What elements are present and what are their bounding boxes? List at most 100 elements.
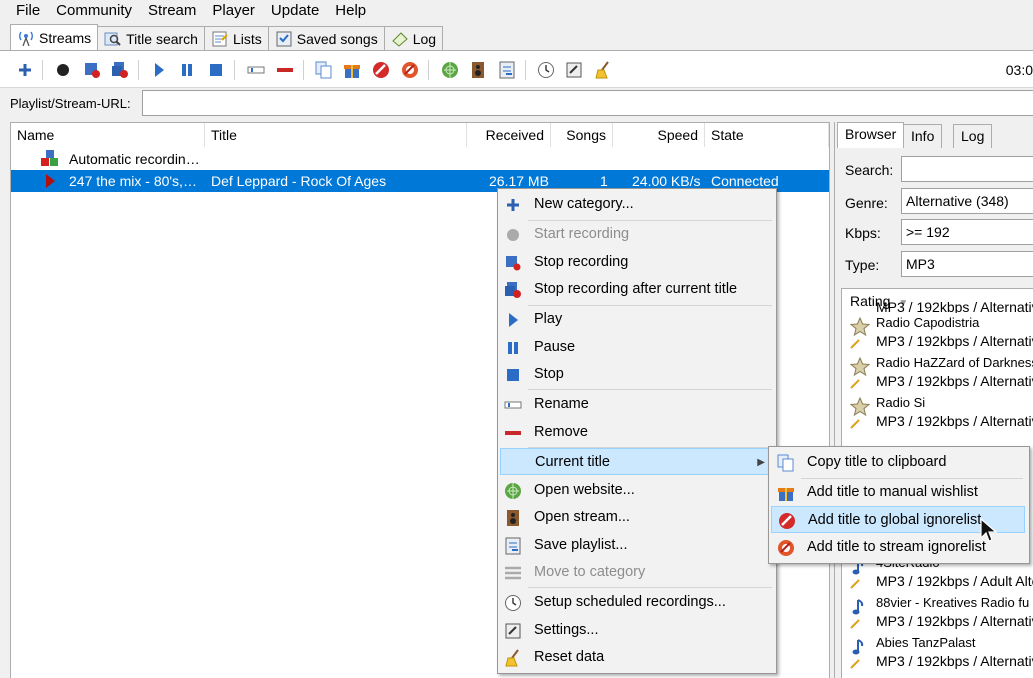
settings-button[interactable] [565,61,583,79]
stream-ignore-button[interactable] [401,61,419,79]
url-label: Playlist/Stream-URL: [10,96,131,111]
menu-stream[interactable]: Stream [140,0,204,22]
column-header-received[interactable]: Received [467,123,551,147]
menu-item-label: Move to category [534,564,646,580]
tab-title-search[interactable]: Title search [97,26,205,50]
menu-item-open-website[interactable]: Open website... [500,477,774,504]
menu-update[interactable]: Update [263,0,327,22]
menu-item-label: New category... [534,196,634,212]
clock-icon [505,595,521,611]
stop-recording-button[interactable] [83,61,101,79]
main-tabs: Streams Title search Lists Saved songs L… [10,24,444,50]
menubar: File Community Stream Player Update Help [8,0,374,22]
type-select[interactable]: MP3 [901,251,1033,277]
star-icon [850,357,870,377]
list-item[interactable]: MP3 / 192kbps / Alternativ [842,293,1033,313]
speaker-icon [507,510,519,526]
column-header-speed[interactable]: Speed [613,123,705,147]
globe-icon [505,483,521,499]
tab-browser[interactable]: Browser [837,122,905,148]
list-item[interactable]: Radio Si MP3 / 192kbps / Alternativ [842,393,1033,433]
remove-button[interactable] [276,61,294,79]
menu-item-label: Setup scheduled recordings... [534,594,726,610]
menu-item-copy-title[interactable]: Copy title to clipboard [771,449,1025,476]
column-header-name[interactable]: Name [11,123,205,147]
menu-item-reset-data[interactable]: Reset data [500,644,774,671]
no-entry-stream-icon [778,540,794,556]
category-icon [505,566,521,580]
globe-icon [442,62,458,78]
kbps-select[interactable]: >= 192 [901,219,1033,245]
menu-item-scheduled-recordings[interactable]: Setup scheduled recordings... [500,589,774,616]
list-item[interactable]: Radio Capodistria MP3 / 192kbps / Altern… [842,313,1033,353]
add-button[interactable] [16,61,34,79]
stream-url-input[interactable] [142,90,1033,116]
genre-select[interactable]: Alternative (348) [901,188,1033,214]
tab-lists[interactable]: Lists [203,26,269,50]
menu-item-label: Pause [534,339,576,355]
station-info: MP3 / 192kbps / Alternativ [876,373,1033,389]
menu-item-stop-recording[interactable]: Stop recording [500,249,774,276]
station-name: Radio Capodistria [876,315,980,330]
toolbar-separator [525,60,526,80]
menu-item-remove[interactable]: Remove [500,419,774,446]
menu-item-stop[interactable]: Stop [500,361,774,388]
list-item[interactable]: Abies TanzPalast MP3 / 192kbps / Alterna… [842,633,1033,673]
play-icon [155,63,164,77]
menu-item-rename[interactable]: Rename [500,391,774,418]
menu-item-pause[interactable]: Pause [500,334,774,361]
saved-icon [276,31,292,46]
star-icon [850,397,870,417]
menu-item-add-wishlist[interactable]: Add title to manual wishlist [771,479,1025,506]
menu-item-open-stream[interactable]: Open stream... [500,504,774,531]
wishlist-button[interactable] [343,61,361,79]
menu-file[interactable]: File [8,0,48,22]
menu-player[interactable]: Player [204,0,263,22]
global-ignore-button[interactable] [372,61,390,79]
list-item[interactable]: 88vier - Kreatives Radio fu MP3 / 192kbp… [842,593,1033,633]
open-website-button[interactable] [441,61,459,79]
settings-icon [566,62,582,78]
menu-item-play[interactable]: Play [500,306,774,333]
column-header-state[interactable]: State [705,123,829,147]
tab-log[interactable]: Log [383,26,444,50]
stop-button[interactable] [207,61,225,79]
pencil-icon [850,579,860,589]
tab-log-panel[interactable]: Log [953,124,993,148]
copy-button[interactable] [315,61,333,79]
music-note-icon [852,599,864,615]
search-label: Search: [845,162,894,178]
menu-help[interactable]: Help [327,0,374,22]
play-button[interactable] [150,61,168,79]
pause-button[interactable] [178,61,196,79]
table-row[interactable]: Automatic recordin… [11,148,829,170]
column-header-title[interactable]: Title [205,123,467,147]
menu-item-move-to-category: Move to category [500,559,774,586]
menu-item-save-playlist[interactable]: Save playlist... [500,532,774,559]
search-input[interactable] [901,156,1033,182]
context-menu: New category... Start recording Stop rec… [497,188,777,674]
tab-saved-songs[interactable]: Saved songs [267,26,385,50]
pencil-icon [850,419,860,429]
gift-icon [778,488,794,501]
toolbar-separator [234,60,235,80]
tab-streams[interactable]: Streams [10,24,99,50]
save-playlist-button[interactable] [498,61,516,79]
stop-recording-icon [506,256,521,271]
menu-item-new-category[interactable]: New category... [500,191,774,218]
station-name: Radio HaZZard of Darkness [876,355,1033,370]
menu-item-stop-after-title[interactable]: Stop recording after current title [500,276,774,303]
reset-data-button[interactable] [594,61,612,79]
open-stream-button[interactable] [469,61,487,79]
column-header-songs[interactable]: Songs [551,123,613,147]
menu-item-label: Play [534,311,563,327]
menu-item-settings[interactable]: Settings... [500,617,774,644]
stop-after-title-button[interactable] [111,61,129,79]
tab-info[interactable]: Info [903,124,943,148]
record-button[interactable] [54,61,72,79]
menu-item-current-title[interactable]: Current title ▶ [500,448,774,475]
rename-button[interactable] [247,61,265,79]
schedule-button[interactable] [537,61,555,79]
menu-community[interactable]: Community [48,0,140,22]
list-item[interactable]: Radio HaZZard of Darkness MP3 / 192kbps … [842,353,1033,393]
